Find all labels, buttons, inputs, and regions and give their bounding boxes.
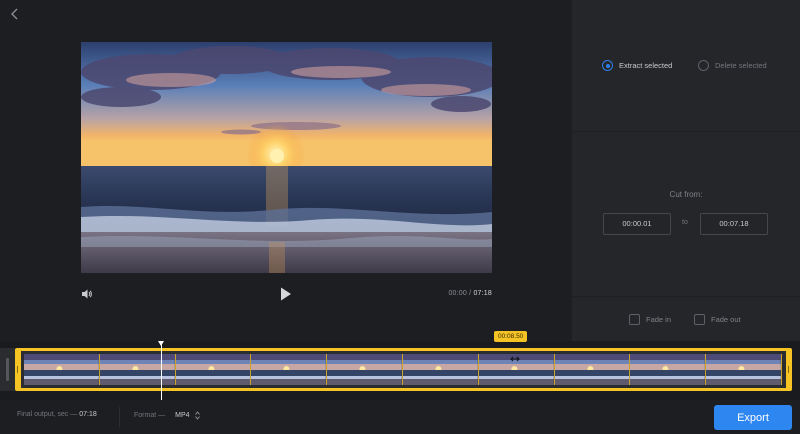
volume-icon[interactable]: [81, 288, 93, 300]
fade-out-label: Fade out: [711, 315, 741, 324]
timeline[interactable]: 00:08.50: [0, 331, 800, 400]
thumbnail-frame: [327, 354, 403, 385]
thumbnail-frame: [706, 354, 782, 385]
format-select[interactable]: MP4: [175, 411, 200, 420]
thumbnail-frame: [175, 354, 252, 385]
thumbnail-frame: [554, 354, 631, 385]
final-output-value: 07:18: [79, 411, 97, 418]
radio-unchecked-icon: [698, 60, 709, 71]
extract-selected-label: Extract selected: [619, 61, 673, 70]
current-time: 00:00: [448, 290, 467, 297]
video-cutter-app: 00:00 / 07:18 Extract selected Delete se…: [0, 0, 800, 434]
fade-in-checkbox[interactable]: Fade in: [629, 314, 671, 325]
checkbox-icon: [694, 314, 705, 325]
thumbnail-frame: [251, 354, 328, 385]
start-time-input[interactable]: 00:00.01: [603, 213, 671, 235]
selection-end-handle[interactable]: [786, 348, 792, 391]
checkbox-icon: [629, 314, 640, 325]
delete-selected-radio[interactable]: Delete selected: [698, 60, 767, 71]
thumbnail-frame: [402, 354, 479, 385]
thumbnail-strip: [24, 354, 782, 385]
timeline-scroll-grip[interactable]: [0, 348, 15, 391]
back-icon[interactable]: [8, 7, 22, 21]
chevron-updown-icon: [194, 411, 200, 420]
thumbnail-frame: [99, 354, 176, 385]
radio-checked-icon: [602, 60, 613, 71]
playhead[interactable]: [158, 341, 164, 400]
footer-bar: Final output, sec — 07:18 Format — MP4: [0, 400, 800, 434]
time-separator: /: [469, 290, 472, 297]
footer-separator: [119, 407, 120, 427]
video-frame-image: [81, 42, 492, 273]
hover-time-tooltip: 00:08.50: [494, 331, 528, 342]
fade-out-checkbox[interactable]: Fade out: [694, 314, 741, 325]
to-label: to: [682, 219, 688, 226]
final-output-label: Final output, sec —: [17, 411, 78, 418]
format-group: Format — MP4: [134, 411, 200, 420]
thumbnail-frame: [630, 354, 707, 385]
settings-panel: Extract selected Delete selected Cut fro…: [572, 0, 800, 341]
play-icon[interactable]: [280, 287, 292, 301]
final-output: Final output, sec — 07:18: [17, 411, 97, 418]
extract-selected-radio[interactable]: Extract selected: [602, 60, 672, 71]
format-label: Format —: [134, 412, 166, 419]
selection-range[interactable]: [15, 348, 792, 391]
preview-panel: 00:00 / 07:18: [0, 0, 572, 341]
player-controls: 00:00 / 07:18: [81, 284, 492, 304]
thumbnail-frame: [24, 354, 100, 385]
total-duration: 07:18: [473, 290, 492, 297]
video-preview[interactable]: [81, 42, 492, 273]
selection-start-handle[interactable]: [15, 348, 21, 391]
format-value: MP4: [175, 412, 190, 419]
fade-section: [572, 297, 800, 341]
playback-time: 00:00 / 07:18: [448, 290, 492, 297]
fade-in-label: Fade in: [646, 315, 672, 324]
delete-selected-label: Delete selected: [715, 61, 767, 70]
end-time-input[interactable]: 00:07.18: [700, 213, 768, 235]
cut-from-label: Cut from:: [669, 190, 703, 199]
resize-cursor-icon: [510, 356, 520, 362]
export-button[interactable]: Export: [714, 405, 792, 430]
